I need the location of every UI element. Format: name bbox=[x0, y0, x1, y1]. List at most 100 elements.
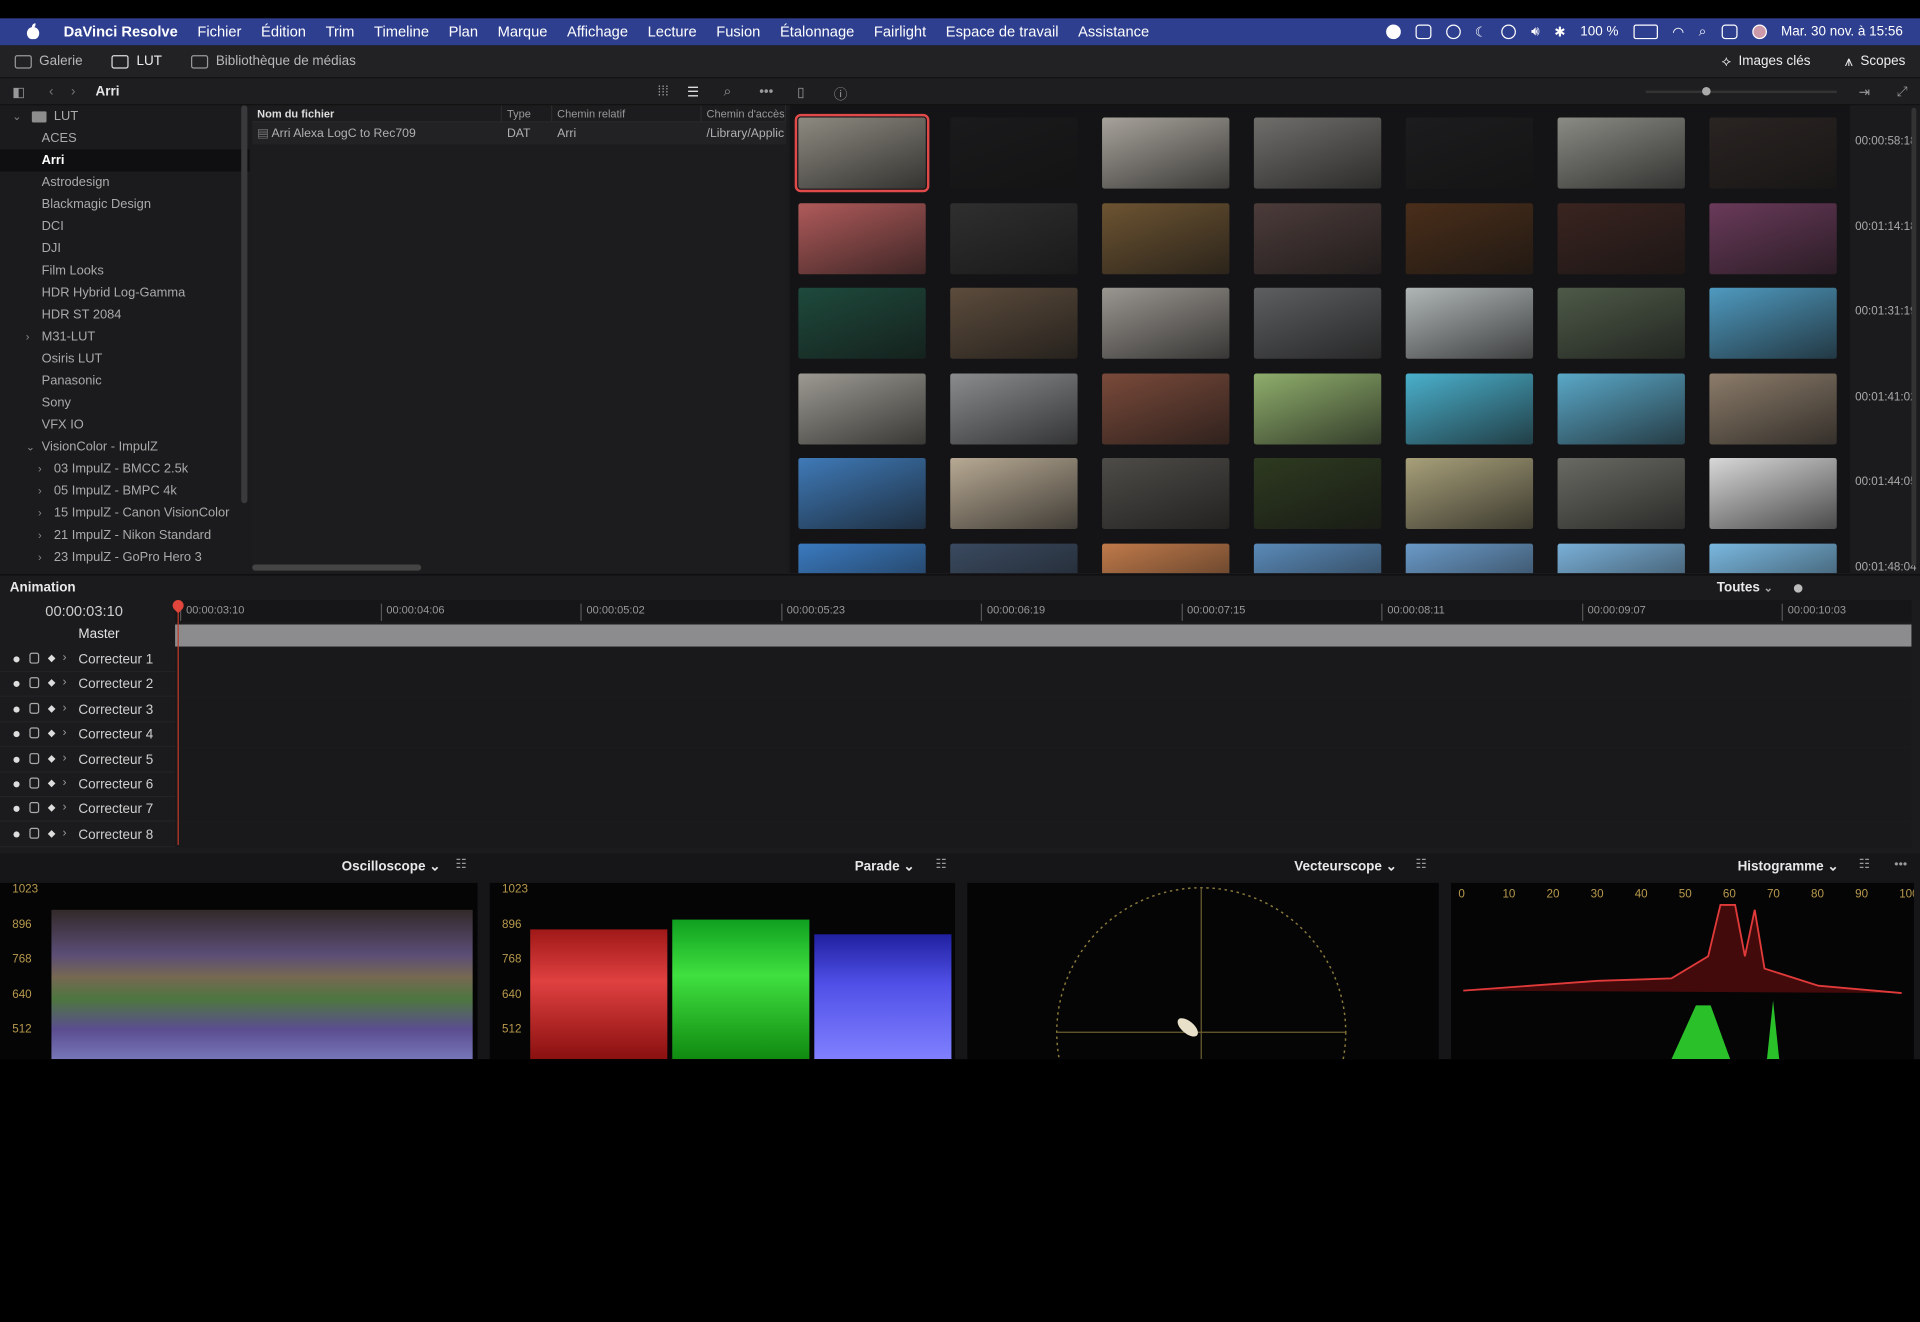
lock-icon[interactable] bbox=[29, 802, 40, 814]
moon-icon[interactable]: ☾ bbox=[1475, 24, 1487, 40]
clip-thumbnail[interactable] bbox=[798, 287, 926, 359]
chevron-right-icon[interactable]: › bbox=[62, 726, 66, 739]
corrector-track[interactable]: ◆ › Correcteur 6 bbox=[0, 772, 1912, 798]
fit-icon[interactable]: ⇥ bbox=[1859, 84, 1870, 101]
tree-item[interactable]: VFX IO bbox=[0, 414, 250, 436]
tree-item[interactable]: HDR ST 2084 bbox=[0, 304, 250, 326]
track-lane[interactable] bbox=[175, 772, 1912, 798]
keyframe-icon[interactable]: ◆ bbox=[48, 703, 56, 714]
file-row[interactable]: ▤ Arri Alexa LogC to Rec709 DAT Arri/Libra… bbox=[252, 122, 787, 145]
clip-thumbnail[interactable] bbox=[1253, 117, 1382, 189]
track-lane[interactable] bbox=[175, 697, 1912, 723]
clip-thumbnail[interactable] bbox=[1253, 287, 1382, 359]
keyframe-icon[interactable]: ◆ bbox=[48, 803, 56, 814]
corrector-track[interactable]: ◆ › Correcteur 2 bbox=[0, 672, 1912, 698]
visibility-icon[interactable] bbox=[13, 756, 20, 763]
tree-item[interactable]: DJI bbox=[0, 238, 250, 260]
menu-item-3[interactable]: Timeline bbox=[374, 23, 429, 40]
drive-icon[interactable] bbox=[1414, 24, 1431, 40]
menu-item-5[interactable]: Marque bbox=[498, 23, 548, 40]
chevron-right-icon[interactable]: › bbox=[62, 751, 66, 764]
col-name-header[interactable]: Nom du fichier bbox=[252, 105, 503, 122]
lut-button[interactable]: LUT bbox=[97, 54, 176, 69]
clip-thumbnail[interactable] bbox=[1102, 202, 1230, 274]
volume-icon[interactable]: 🔊︎ bbox=[1531, 24, 1539, 40]
menu-item-7[interactable]: Lecture bbox=[648, 23, 697, 40]
clip-thumbnail[interactable] bbox=[1557, 287, 1685, 359]
clip-thumbnail[interactable] bbox=[950, 202, 1078, 274]
tree-item[interactable]: › 15 ImpulZ - Canon VisionColor bbox=[0, 502, 250, 524]
datetime[interactable]: Mar. 30 nov. à 15:56 bbox=[1781, 24, 1903, 39]
visibility-icon[interactable] bbox=[13, 806, 20, 813]
menu-item-6[interactable]: Affichage bbox=[567, 23, 628, 40]
tree-item[interactable]: DCI bbox=[0, 216, 250, 238]
histogram-settings-icon[interactable]: ☷ bbox=[1859, 858, 1876, 873]
keyframe-dot-icon[interactable] bbox=[1793, 584, 1803, 593]
clip-thumbnail[interactable] bbox=[1405, 457, 1534, 529]
play-icon[interactable] bbox=[1501, 24, 1517, 40]
clip-thumbnail[interactable] bbox=[1557, 457, 1685, 529]
keyframe-icon[interactable]: ◆ bbox=[48, 753, 56, 764]
file-list-hscrollbar[interactable] bbox=[252, 564, 422, 571]
tree-item[interactable]: › 03 ImpulZ - BMCC 2.5k bbox=[0, 458, 250, 480]
master-track-bar[interactable] bbox=[175, 624, 1912, 647]
clip-thumbnail[interactable] bbox=[1557, 372, 1685, 444]
clip-thumbnail[interactable] bbox=[1102, 372, 1230, 444]
col-path-header[interactable]: Chemin d'accès bbox=[702, 105, 787, 122]
chevron-right-icon[interactable]: › bbox=[62, 651, 66, 664]
battery-icon[interactable] bbox=[1633, 24, 1658, 40]
clip-thumbnail[interactable] bbox=[1253, 372, 1382, 444]
gallery-button[interactable]: Galerie bbox=[0, 54, 97, 69]
track-lane[interactable] bbox=[175, 822, 1912, 848]
clip-thumbnail[interactable] bbox=[1102, 457, 1230, 529]
col-type-header[interactable]: Type bbox=[502, 105, 553, 122]
tree-item[interactable]: › 05 ImpulZ - BMPC 4k bbox=[0, 480, 250, 502]
track-lane[interactable] bbox=[175, 672, 1912, 698]
clip-thumbnail[interactable] bbox=[950, 543, 1078, 574]
more-options-icon[interactable]: ••• bbox=[759, 84, 773, 99]
keyframes-button[interactable]: ⟡ Images clés bbox=[1707, 52, 1825, 70]
wifi-icon[interactable]: ◠ bbox=[1672, 24, 1684, 40]
corrector-track[interactable]: ◆ › Correcteur 3 bbox=[0, 697, 1912, 723]
chevron-down-icon[interactable]: ⌄ bbox=[12, 105, 21, 127]
bluetooth-icon[interactable]: ✱ bbox=[1554, 24, 1565, 40]
creative-cloud-icon[interactable] bbox=[1445, 24, 1461, 40]
zoom-slider[interactable] bbox=[1645, 86, 1837, 96]
tree-item[interactable]: Osiris LUT bbox=[0, 348, 250, 370]
clip-thumbnail[interactable] bbox=[1102, 287, 1230, 359]
visibility-icon[interactable] bbox=[13, 681, 20, 688]
clip-thumbnail[interactable] bbox=[1557, 117, 1685, 189]
keyframe-icon[interactable]: ◆ bbox=[48, 828, 56, 839]
timeline-ruler[interactable]: 00:00:03:10 00:00:04:06 00:00:05:02 00:00:0… bbox=[175, 600, 1912, 623]
tree-root-lut[interactable]: ⌄ LUT bbox=[0, 105, 250, 127]
clip-thumbnail[interactable] bbox=[1253, 543, 1382, 574]
zoom-slider-handle[interactable] bbox=[1702, 86, 1711, 96]
search-icon[interactable]: ⌕ bbox=[1699, 24, 1707, 40]
track-lane[interactable] bbox=[175, 797, 1912, 823]
chevron-right-icon[interactable]: › bbox=[62, 776, 66, 789]
lock-icon[interactable] bbox=[29, 727, 40, 739]
tree-item[interactable]: Film Looks bbox=[0, 260, 250, 282]
search-icon[interactable]: ⌕ bbox=[724, 84, 732, 100]
clip-thumbnail[interactable] bbox=[1709, 202, 1837, 274]
sidebar-toggle-icon[interactable]: ◧ bbox=[12, 84, 25, 101]
thumbnail-scrollbar[interactable] bbox=[1911, 107, 1917, 566]
clip-thumbnail[interactable] bbox=[950, 372, 1078, 444]
clip-thumbnail[interactable] bbox=[950, 287, 1078, 359]
corrector-track[interactable]: ◆ › Correcteur 5 bbox=[0, 747, 1912, 773]
lock-icon[interactable] bbox=[29, 777, 40, 789]
chevron-right-icon[interactable]: › bbox=[38, 546, 42, 568]
clip-thumbnail[interactable] bbox=[1102, 117, 1230, 189]
tree-item[interactable]: › M31-LUT bbox=[0, 326, 250, 348]
siri-icon[interactable] bbox=[1751, 24, 1767, 40]
chevron-right-icon[interactable]: › bbox=[38, 502, 42, 524]
track-lane[interactable] bbox=[175, 722, 1912, 748]
clip-thumbnail[interactable] bbox=[1709, 543, 1837, 574]
apple-icon[interactable] bbox=[24, 23, 41, 40]
visibility-icon[interactable] bbox=[13, 706, 20, 713]
lock-icon[interactable] bbox=[29, 677, 40, 689]
clip-thumbnail[interactable] bbox=[1102, 543, 1230, 574]
chevron-right-icon[interactable]: › bbox=[62, 826, 66, 839]
keyframe-icon[interactable]: ◆ bbox=[48, 653, 56, 664]
menu-item-4[interactable]: Plan bbox=[449, 23, 478, 40]
